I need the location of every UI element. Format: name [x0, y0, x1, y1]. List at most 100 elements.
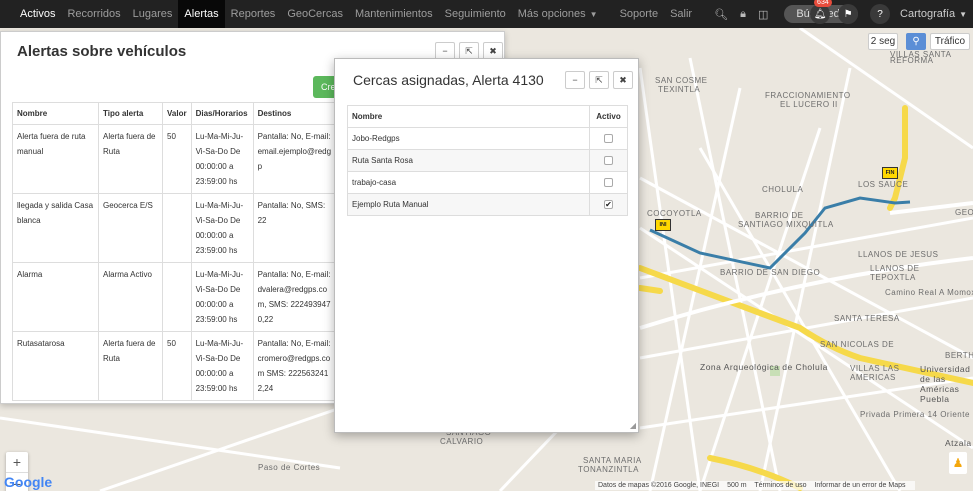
cell-destinos: Pantalla: No, E-mail: cromero@redgps.com…: [252, 331, 339, 401]
nav-activos[interactable]: Activos: [14, 0, 61, 28]
cell-destinos: Pantalla: No, E-mail: dvalera@redgps.com…: [252, 262, 339, 332]
nav-seguimiento[interactable]: Seguimiento: [439, 0, 512, 28]
caret-down-icon: ▼: [589, 9, 598, 19]
table-row[interactable]: llegada y salida Casa blanca Geocerca E/…: [12, 193, 339, 263]
cercas-panel-title: Cercas asignadas, Alerta 4130: [353, 72, 544, 88]
cercas-panel: Cercas asignadas, Alerta 4130 − ⇱ ✖ Nomb…: [334, 58, 639, 433]
cerca-nombre: Ejemplo Ruta Manual: [347, 193, 590, 216]
cerca-activo-cell: [589, 127, 628, 150]
map-label-zona-arqueologica: Zona Arqueológica de Cholula: [700, 362, 828, 372]
nav-mas-opciones[interactable]: Más opciones ▼: [512, 0, 604, 28]
columns-icon[interactable]: ◫: [752, 8, 774, 21]
cerca-activo-cell: [589, 149, 628, 172]
route-start-marker[interactable]: INI: [655, 219, 671, 231]
cerca-nombre: Jobo-Redgps: [347, 127, 590, 150]
location-pin-icon[interactable]: ⚲: [906, 33, 926, 50]
map-label-san-cosme: SAN COSME: [655, 76, 708, 85]
cell-nombre: Alerta fuera de ruta manual: [12, 124, 99, 194]
zoom-in-icon[interactable]: +: [6, 452, 28, 473]
terms-link[interactable]: Términos de uso: [754, 482, 806, 489]
minimize-icon[interactable]: −: [565, 71, 585, 89]
pegman-icon[interactable]: ♟: [949, 452, 967, 474]
activo-checkbox[interactable]: [604, 156, 613, 165]
col-header-destinos[interactable]: Destinos: [252, 102, 339, 125]
list-item[interactable]: Jobo-Redgps: [347, 127, 628, 150]
table-row[interactable]: Rutasatarosa Alerta fuera de Ruta 50 Lu-…: [12, 331, 339, 401]
cell-horario: Lu-Ma-Mi-Ju-Vi-Sa-Do De 00:00:00 a 23:59…: [190, 193, 254, 263]
help-icon[interactable]: ?: [870, 4, 891, 24]
nav-reportes[interactable]: Reportes: [225, 0, 282, 28]
list-item[interactable]: Ejemplo Ruta Manual ✔: [347, 193, 628, 216]
route-end-marker[interactable]: FIN: [882, 167, 898, 179]
col-header-horarios[interactable]: Dias/Horarios: [190, 102, 254, 125]
resize-handle-icon[interactable]: ◢: [630, 421, 636, 430]
map-label-geov: GEOV: [955, 208, 973, 217]
map-label-cholula: CHOLULA: [762, 185, 804, 194]
map-label-tonanzintla: TONANZINTLA: [578, 465, 639, 474]
report-error-link[interactable]: Informar de un error de Maps: [814, 482, 905, 489]
cell-valor: [162, 193, 192, 263]
col-header-nombre[interactable]: Nombre: [12, 102, 99, 125]
close-icon[interactable]: ✖: [613, 71, 633, 89]
col-header-valor[interactable]: Valor: [162, 102, 192, 125]
list-item[interactable]: Ruta Santa Rosa: [347, 149, 628, 172]
nav-recorridos[interactable]: Recorridos: [61, 0, 126, 28]
cell-tipo: Geocerca E/S: [98, 193, 163, 263]
col-header-tipo[interactable]: Tipo alerta: [98, 102, 163, 125]
lock-icon[interactable]: 🔒︎: [734, 8, 752, 21]
map-label-llanos-de: LLANOS DE: [870, 264, 920, 273]
map-label-santiago-mixquitla: SANTIAGO MIXQUITLA: [738, 220, 834, 229]
map-label-calvario: CALVARIO: [440, 437, 484, 446]
activo-checkbox[interactable]: ✔: [604, 200, 613, 209]
map-label-berth: BERTH: [945, 351, 973, 360]
cell-destinos: Pantalla: No, E-mail: email.ejemplo@redg…: [252, 124, 339, 194]
map-label-fracc: FRACCIONAMIENTO: [765, 91, 851, 100]
flag-icon[interactable]: ⚑: [838, 4, 859, 24]
cell-nombre: Alarma: [12, 262, 99, 332]
nav-alertas[interactable]: Alertas: [178, 0, 225, 28]
map-label-santa-teresa: SANTA TERESA: [834, 314, 900, 323]
map-label-santa-maria: SANTA MARIA: [583, 456, 642, 465]
list-item[interactable]: trabajo-casa: [347, 171, 628, 194]
activo-checkbox[interactable]: [604, 178, 613, 187]
map-label-cocoyotla: COCOYOTLA: [647, 209, 702, 218]
nav-mantenimientos[interactable]: Mantenimientos: [349, 0, 439, 28]
nav-geocercas[interactable]: GeoCercas: [281, 0, 349, 28]
refresh-interval-button[interactable]: 2 seg: [868, 33, 898, 50]
cartografia-label: Cartografía: [900, 8, 956, 20]
notification-badge: 634: [814, 0, 832, 7]
cell-valor: 50: [162, 124, 192, 194]
cell-tipo: Alarma Activo: [98, 262, 163, 332]
col-header-activo[interactable]: Activo: [589, 105, 628, 128]
nav-soporte[interactable]: Soporte: [614, 0, 665, 28]
nav-lugares[interactable]: Lugares: [127, 0, 179, 28]
activo-checkbox[interactable]: [604, 134, 613, 143]
map-label-los-sauce: LOS SAUCE: [858, 180, 909, 189]
map-attribution: Datos de mapas ©2016 Google, INEGI 500 m…: [595, 481, 915, 490]
cerca-nombre: Ruta Santa Rosa: [347, 149, 590, 172]
cartografia-menu[interactable]: Cartografía ▼: [894, 0, 973, 28]
bell-icon[interactable]: 🔔︎ 634: [810, 0, 832, 24]
trafico-button[interactable]: Tráfico: [930, 33, 970, 50]
nav-salir[interactable]: Salir: [664, 0, 698, 28]
map-label-san-nicolas: SAN NICOLAS DE: [820, 340, 895, 349]
map-label-barrio-de: BARRIO DE: [755, 211, 804, 220]
cerca-nombre: trabajo-casa: [347, 171, 590, 194]
table-row[interactable]: Alarma Alarma Activo Lu-Ma-Mi-Ju-Vi-Sa-D…: [12, 262, 339, 332]
map-label-texintla: TEXINTLA: [658, 85, 701, 94]
col-header-nombre[interactable]: Nombre: [347, 105, 590, 128]
map-scale: 500 m: [727, 482, 747, 489]
alerts-table: Nombre Tipo alerta Valor Dias/Horarios D…: [12, 102, 339, 401]
table-row[interactable]: Alerta fuera de ruta manual Alerta fuera…: [12, 124, 339, 194]
map-label-paso-cortes: Paso de Cortes: [258, 463, 321, 472]
map-data-credit: Datos de mapas ©2016 Google, INEGI: [598, 482, 720, 489]
caret-down-icon: ▼: [959, 9, 967, 19]
cerca-activo-cell: [589, 171, 628, 194]
popout-icon[interactable]: ⇱: [589, 71, 609, 89]
map-label-barrio-san-diego: BARRIO DE SAN DIEGO: [720, 268, 821, 277]
cerca-activo-cell: ✔: [589, 193, 628, 216]
table-header-row: Nombre Tipo alerta Valor Dias/Horarios D…: [12, 102, 339, 125]
search-icon[interactable]: 🔍︎: [708, 8, 734, 21]
map-label-udlap: Universidad de las Américas Puebla: [920, 364, 971, 404]
table-header-row: Nombre Activo: [347, 105, 628, 128]
